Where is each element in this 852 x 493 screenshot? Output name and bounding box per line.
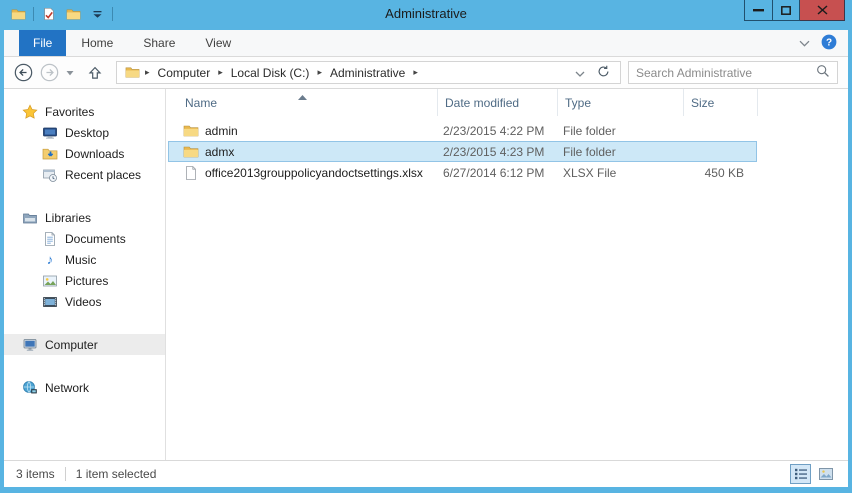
items-count: 3 items xyxy=(16,467,55,481)
folder-icon xyxy=(183,144,199,160)
maximize-button[interactable] xyxy=(773,0,800,21)
main-area: Favorites Desktop Downloads Recent place… xyxy=(4,89,848,460)
explorer-window: Administrative File Home Share View ? ▸ … xyxy=(0,0,852,493)
sidebar-label: Music xyxy=(65,252,97,267)
file-row-admin[interactable]: admin 2/23/2015 4:22 PM File folder xyxy=(168,120,757,141)
up-button[interactable] xyxy=(87,65,103,81)
status-bar: 3 items 1 item selected xyxy=(4,460,848,487)
file-row-admx[interactable]: admx 2/23/2015 4:23 PM File folder xyxy=(168,141,757,162)
column-headers: Name Date modified Type Size xyxy=(166,89,848,116)
star-icon xyxy=(22,103,38,120)
file-date: 6/27/2014 6:12 PM xyxy=(443,165,545,180)
column-header-date-modified[interactable]: Date modified xyxy=(438,89,558,116)
sidebar-label: Network xyxy=(45,380,90,395)
tab-view[interactable]: View xyxy=(190,30,246,56)
breadcrumb-item-administrative[interactable]: Administrative xyxy=(327,66,408,80)
sidebar-item-videos[interactable]: Videos xyxy=(4,291,165,312)
search-input[interactable] xyxy=(636,65,812,80)
breadcrumb-item-computer[interactable]: Computer xyxy=(155,66,214,80)
sidebar-label: Favorites xyxy=(45,104,95,119)
address-bar-row: ▸ Computer ▸ Local Disk (C:) ▸ Administr… xyxy=(4,57,848,89)
sidebar-item-downloads[interactable]: Downloads xyxy=(4,143,165,164)
file-name: admx xyxy=(205,144,235,159)
address-folder-icon xyxy=(124,65,140,81)
large-icons-view-button[interactable] xyxy=(815,464,836,484)
sidebar-item-desktop[interactable]: Desktop xyxy=(4,122,165,143)
sidebar-item-libraries[interactable]: Libraries xyxy=(4,207,165,228)
refresh-icon[interactable] xyxy=(597,65,610,81)
desktop-icon xyxy=(42,125,58,141)
generic-file-icon xyxy=(183,165,199,181)
breadcrumb-separator-icon: ▸ xyxy=(218,67,223,77)
videos-icon xyxy=(42,294,58,310)
window-body: File Home Share View ? ▸ Computer ▸ Loca… xyxy=(4,30,848,487)
window-controls xyxy=(744,0,845,21)
tab-share[interactable]: Share xyxy=(128,30,190,56)
sidebar-label: Desktop xyxy=(65,125,110,140)
file-size: 450 KB xyxy=(704,165,744,180)
file-date: 2/23/2015 4:23 PM xyxy=(443,144,545,159)
address-history-chevron-icon[interactable] xyxy=(575,66,585,80)
navigation-pane: Favorites Desktop Downloads Recent place… xyxy=(4,89,166,460)
tab-file[interactable]: File xyxy=(19,30,67,56)
file-type: File folder xyxy=(563,144,616,159)
search-icon[interactable] xyxy=(816,64,830,81)
sidebar-item-network[interactable]: Network xyxy=(4,377,165,398)
recent-places-icon xyxy=(42,167,58,183)
file-date: 2/23/2015 4:22 PM xyxy=(443,123,545,138)
tab-home[interactable]: Home xyxy=(66,30,128,56)
help-icon[interactable]: ? xyxy=(821,34,837,53)
close-button[interactable] xyxy=(800,0,845,21)
downloads-icon xyxy=(42,146,58,162)
sidebar-label: Pictures xyxy=(65,273,109,288)
computer-icon xyxy=(22,337,38,353)
column-header-size[interactable]: Size xyxy=(684,89,758,116)
file-name: admin xyxy=(205,123,238,138)
breadcrumb[interactable]: ▸ Computer ▸ Local Disk (C:) ▸ Administr… xyxy=(116,61,621,84)
details-view-button[interactable] xyxy=(790,464,811,484)
file-row-xlsx[interactable]: office2013grouppolicyandoctsettings.xlsx… xyxy=(168,162,757,183)
sidebar-item-recent-places[interactable]: Recent places xyxy=(4,164,165,185)
music-icon: ♪ xyxy=(46,251,54,267)
file-type: File folder xyxy=(563,123,616,138)
file-type: XLSX File xyxy=(563,165,617,180)
sidebar-label: Documents xyxy=(65,231,126,246)
breadcrumb-separator-icon: ▸ xyxy=(413,67,418,77)
recent-locations-chevron-icon[interactable] xyxy=(66,70,74,76)
window-title: Administrative xyxy=(385,6,467,21)
sidebar-label: Computer xyxy=(45,337,98,352)
sidebar-item-music[interactable]: ♪ Music xyxy=(4,249,165,270)
back-button[interactable] xyxy=(14,63,33,82)
ribbon-tab-bar: File Home Share View ? xyxy=(4,30,848,57)
folder-icon xyxy=(183,123,199,139)
sidebar-label: Libraries xyxy=(45,210,92,225)
column-header-type[interactable]: Type xyxy=(558,89,684,116)
search-box xyxy=(628,61,838,84)
sidebar-item-pictures[interactable]: Pictures xyxy=(4,270,165,291)
breadcrumb-separator-icon: ▸ xyxy=(317,67,322,77)
breadcrumb-item-local-disk[interactable]: Local Disk (C:) xyxy=(228,66,313,80)
expand-ribbon-chevron-icon[interactable] xyxy=(799,36,810,50)
sort-ascending-icon xyxy=(298,89,307,103)
minimize-button[interactable] xyxy=(744,0,773,21)
sidebar-item-favorites[interactable]: Favorites xyxy=(4,101,165,122)
sidebar-item-computer[interactable]: Computer xyxy=(4,334,165,355)
libraries-icon xyxy=(22,210,38,226)
forward-button[interactable] xyxy=(40,63,59,82)
network-icon xyxy=(22,380,38,396)
sidebar-item-documents[interactable]: Documents xyxy=(4,228,165,249)
documents-icon xyxy=(42,231,58,247)
file-list-pane: Name Date modified Type Size admin 2/23/… xyxy=(166,89,848,460)
status-separator xyxy=(64,467,66,481)
sidebar-label: Downloads xyxy=(65,146,125,161)
svg-text:?: ? xyxy=(826,37,832,48)
pictures-icon xyxy=(42,273,58,289)
breadcrumb-separator-icon: ▸ xyxy=(145,67,150,77)
sidebar-label: Videos xyxy=(65,294,102,309)
title-bar: Administrative xyxy=(0,0,852,30)
file-name: office2013grouppolicyandoctsettings.xlsx xyxy=(205,165,423,180)
sidebar-label: Recent places xyxy=(65,167,142,182)
selection-count: 1 item selected xyxy=(75,467,157,481)
file-rows: admin 2/23/2015 4:22 PM File folder admx xyxy=(166,116,848,183)
